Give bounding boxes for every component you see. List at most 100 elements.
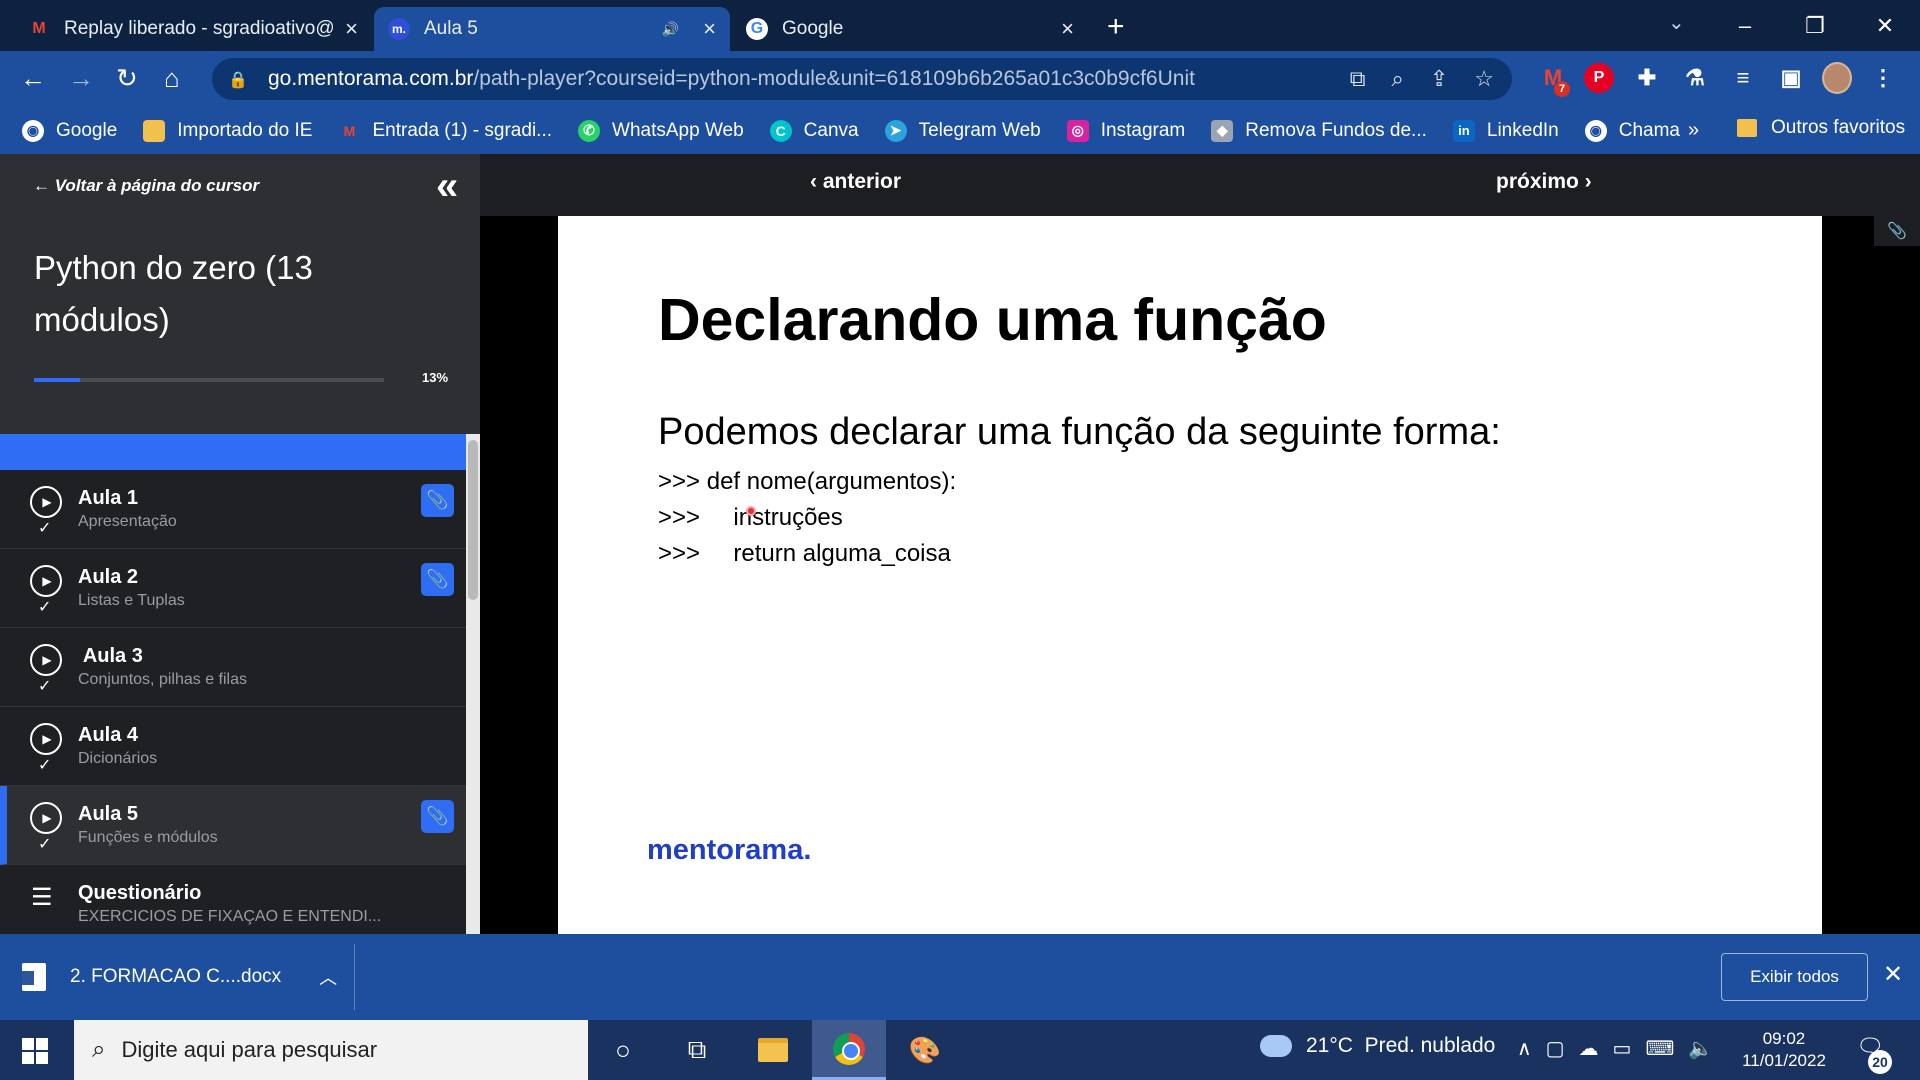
other-bookmarks[interactable]: Outros favoritos xyxy=(1737,117,1905,139)
bookmark-canva[interactable]: C Canva xyxy=(769,119,859,142)
show-all-downloads-button[interactable]: Exibir todos xyxy=(1721,953,1868,1001)
attachment-paperclip-icon[interactable]: 📎 xyxy=(421,800,454,833)
lesson-item[interactable]: ▶ ✓ Aula 4 Dicionários xyxy=(0,707,466,786)
media-control-icon[interactable]: ≡ xyxy=(1728,63,1758,93)
bookmark-chama[interactable]: ◉ Chama xyxy=(1584,119,1680,142)
reload-icon[interactable]: ↻ xyxy=(116,63,138,94)
checkmark-icon: ✓ xyxy=(38,520,52,537)
bookmark-whatsapp[interactable]: ✆ WhatsApp Web xyxy=(578,119,744,142)
translate-icon[interactable]: ⧉ xyxy=(1350,66,1366,92)
scrollbar-thumb[interactable] xyxy=(468,440,478,600)
notification-count-badge: 20 xyxy=(1868,1050,1892,1074)
bookmarks-overflow-button[interactable]: » xyxy=(1688,119,1699,142)
chrome-taskbar-icon[interactable] xyxy=(812,1020,886,1080)
bookmark-telegram[interactable]: ➤ Telegram Web xyxy=(884,119,1041,142)
gmail-icon: M xyxy=(32,20,46,37)
linkedin-icon: in xyxy=(1452,119,1475,142)
video-stage[interactable]: Declarando uma função Podemos declarar u… xyxy=(480,216,1920,934)
minimize-icon[interactable]: – xyxy=(1710,0,1780,51)
meet-now-icon[interactable]: ▢ xyxy=(1546,1036,1565,1061)
weather-widget[interactable]: 21°C Pred. nublado xyxy=(1260,1034,1495,1058)
bookmark-importado-ie[interactable]: Importado do IE xyxy=(143,119,312,142)
quiz-item[interactable]: ☰ Questionário EXERCICIOS DE FIXAÇAO E E… xyxy=(0,865,466,934)
battery-icon[interactable]: ▭ xyxy=(1613,1036,1632,1061)
lesson-item[interactable]: ▶ ✓ Aula 2 Listas e Tuplas 📎 xyxy=(0,549,466,628)
windows-start-icon[interactable] xyxy=(22,1038,48,1064)
back-arrow-icon[interactable]: ← xyxy=(20,63,46,94)
task-view-icon[interactable]: ⧉ xyxy=(660,1020,734,1080)
extensions-puzzle-icon[interactable]: ✚ xyxy=(1632,63,1662,93)
previous-lesson-button[interactable]: ‹ anterior xyxy=(810,170,901,194)
gmail-badge: 7 xyxy=(1554,81,1570,97)
home-icon[interactable]: ⌂ xyxy=(164,63,180,94)
bookmark-entrada[interactable]: M Entrada (1) - sgradi... xyxy=(338,120,552,142)
paint-icon[interactable]: 🎨 xyxy=(888,1020,962,1080)
file-explorer-icon[interactable] xyxy=(736,1020,810,1080)
lesson-subtitle: Apresentação xyxy=(78,513,177,530)
bookmark-label: Telegram Web xyxy=(918,119,1041,141)
tab-aula-5[interactable]: m. Aula 5 🔊 × xyxy=(374,7,730,51)
globe-icon: ◉ xyxy=(1584,119,1607,142)
speaker-icon[interactable]: 🔊 xyxy=(662,21,679,38)
lesson-item-current[interactable]: ▶ ✓ Aula 5 Funções e módulos 📎 xyxy=(0,786,466,865)
play-circle-icon: ▶ xyxy=(30,802,62,834)
cortana-icon[interactable]: ○ xyxy=(586,1020,660,1080)
next-lesson-button[interactable]: próximo › xyxy=(1496,170,1592,194)
chevron-up-icon[interactable]: ∧ xyxy=(1517,1036,1532,1061)
chevron-up-icon[interactable]: ︿ xyxy=(319,964,337,990)
lesson-subtitle: Funções e módulos xyxy=(78,829,218,846)
tab-search-icon[interactable]: ⌄ xyxy=(1668,10,1685,35)
tab-gmail[interactable]: M Replay liberado - sgradioativo@g × xyxy=(14,7,372,51)
lesson-subtitle: Conjuntos, pilhas e filas xyxy=(78,671,247,688)
bookmark-linkedin[interactable]: in LinkedIn xyxy=(1452,119,1559,142)
folder-icon xyxy=(1737,119,1757,137)
close-window-icon[interactable]: ✕ xyxy=(1850,0,1920,51)
share-icon[interactable]: ⇪ xyxy=(1430,66,1448,92)
bookmarks-bar: ◉ Google Importado do IE M Entrada (1) - s… xyxy=(0,107,1920,154)
attachment-paperclip-icon[interactable]: 📎 xyxy=(421,563,454,596)
new-tab-button[interactable]: + xyxy=(1107,10,1125,44)
menu-kebab-icon[interactable]: ⋮ xyxy=(1868,63,1898,93)
quiz-title: Questionário xyxy=(78,882,202,904)
folder-icon xyxy=(143,119,166,142)
progress-fill xyxy=(34,378,80,382)
attachment-paperclip-icon[interactable]: 📎 xyxy=(421,484,454,517)
taskbar-search[interactable]: ⌕ Digite aqui para pesquisar xyxy=(74,1020,588,1080)
player-nav-bar: ‹ anterior próximo › xyxy=(480,154,1920,216)
zoom-icon[interactable]: ⌕ xyxy=(1392,66,1404,92)
onedrive-cloud-icon[interactable]: ☁ xyxy=(1579,1036,1599,1061)
close-tab-icon[interactable]: × xyxy=(345,16,358,42)
collapse-sidebar-icon[interactable]: « xyxy=(436,164,458,209)
lesson-item[interactable]: ▶ ✓ Aula 1 Apresentação 📎 xyxy=(0,470,466,549)
lock-icon[interactable]: 🔒 xyxy=(228,70,248,89)
tab-google[interactable]: G Google × xyxy=(732,7,1088,51)
side-panel-icon[interactable]: ▣ xyxy=(1776,63,1806,93)
close-tab-icon[interactable]: × xyxy=(1061,16,1074,42)
quiz-subtitle: EXERCICIOS DE FIXAÇAO E ENTENDI... xyxy=(78,908,382,925)
volume-icon[interactable]: 🔈 xyxy=(1688,1036,1713,1061)
bookmark-instagram[interactable]: ◎ Instagram xyxy=(1066,119,1185,142)
restore-icon[interactable]: ❐ xyxy=(1780,0,1850,51)
lesson-list: ▶ ✓ Aula 1 Apresentação 📎 ▶ ✓ Aula 2 Lis… xyxy=(0,434,466,934)
url-text: go.mentorama.com.br/path-player?courseid… xyxy=(268,67,1195,91)
star-icon[interactable]: ☆ xyxy=(1474,66,1494,92)
pinterest-icon[interactable]: P xyxy=(1584,63,1614,93)
download-item[interactable]: 2. FORMACAO C....docx ︿ xyxy=(22,956,337,998)
bookmark-removebg[interactable]: ◆ Remova Fundos de... xyxy=(1211,119,1427,142)
close-download-shelf-icon[interactable]: ✕ xyxy=(1883,960,1903,989)
bookmark-google[interactable]: ◉ Google xyxy=(22,119,117,142)
network-icon[interactable]: ⌨ xyxy=(1645,1036,1674,1061)
url-domain: go.mentorama.com.br xyxy=(268,67,474,90)
forward-arrow-icon[interactable]: → xyxy=(68,63,94,94)
lesson-item[interactable]: ▶ ✓ Aula 3 Conjuntos, pilhas e filas xyxy=(0,628,466,707)
close-tab-icon[interactable]: × xyxy=(703,16,716,42)
profile-avatar[interactable] xyxy=(1822,62,1852,94)
labs-flask-icon[interactable]: ⚗ xyxy=(1680,63,1710,93)
back-to-course-link[interactable]: ← Voltar à página do cursor xyxy=(33,176,259,196)
taskbar-clock[interactable]: 09:02 11/01/2022 xyxy=(1736,1028,1832,1072)
system-tray: ∧ ▢ ☁ ▭ ⌨ 🔈 xyxy=(1517,1036,1713,1061)
lesson-list-scrollbar[interactable] xyxy=(466,434,480,934)
attachment-paperclip-icon[interactable]: 📎 xyxy=(1874,216,1920,246)
address-bar[interactable]: 🔒 go.mentorama.com.br/path-player?course… xyxy=(212,58,1512,100)
removebg-icon: ◆ xyxy=(1211,119,1234,142)
